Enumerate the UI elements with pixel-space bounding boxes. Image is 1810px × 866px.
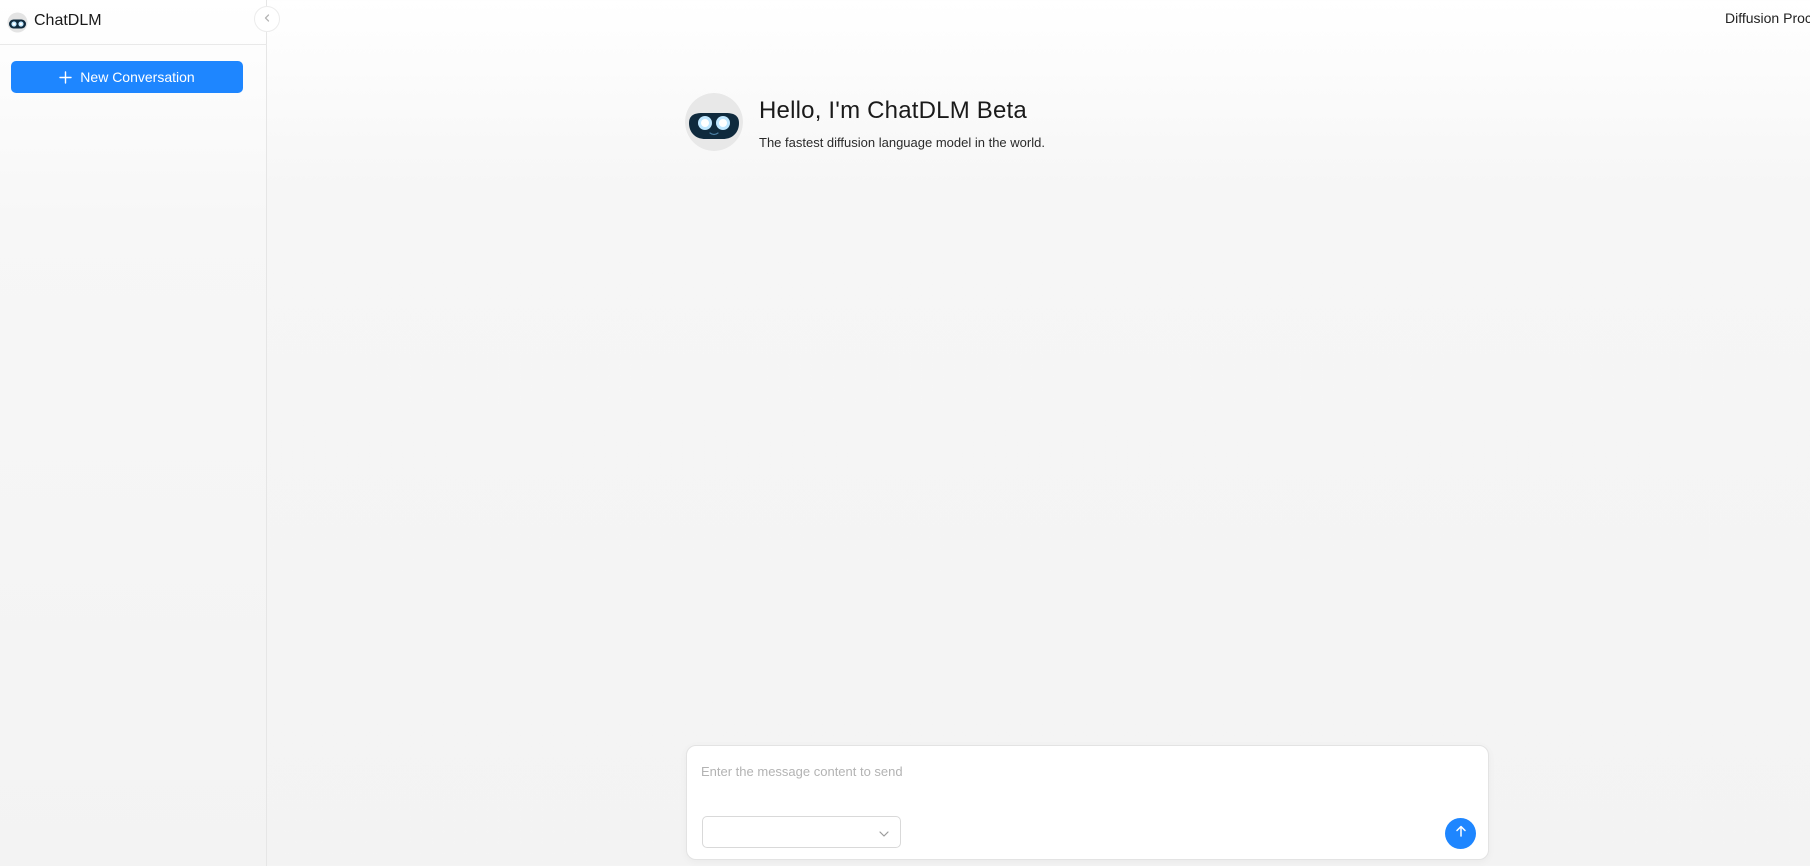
chevron-down-icon (878, 827, 890, 839)
sidebar: ChatDLM New Conversation (0, 0, 267, 866)
new-conversation-label: New Conversation (80, 69, 195, 85)
message-input[interactable] (701, 758, 1471, 784)
brand-header: ChatDLM (0, 0, 267, 45)
send-button[interactable] (1445, 818, 1476, 849)
diffusion-process-link[interactable]: Diffusion Proc (1725, 10, 1810, 26)
chevron-left-icon (262, 10, 272, 28)
app-name: ChatDLM (34, 12, 102, 29)
robot-face-icon (7, 12, 28, 33)
new-conversation-button[interactable]: New Conversation (11, 61, 243, 93)
collapse-sidebar-button[interactable] (254, 6, 280, 32)
arrow-up-icon (1454, 824, 1468, 843)
model-select[interactable] (702, 816, 901, 848)
greeting-subtitle: The fastest diffusion language model in … (759, 135, 1045, 150)
greeting-title: Hello, I'm ChatDLM Beta (759, 97, 1027, 124)
robot-avatar-icon (685, 93, 743, 151)
message-composer (686, 745, 1489, 860)
plus-icon (59, 70, 72, 84)
